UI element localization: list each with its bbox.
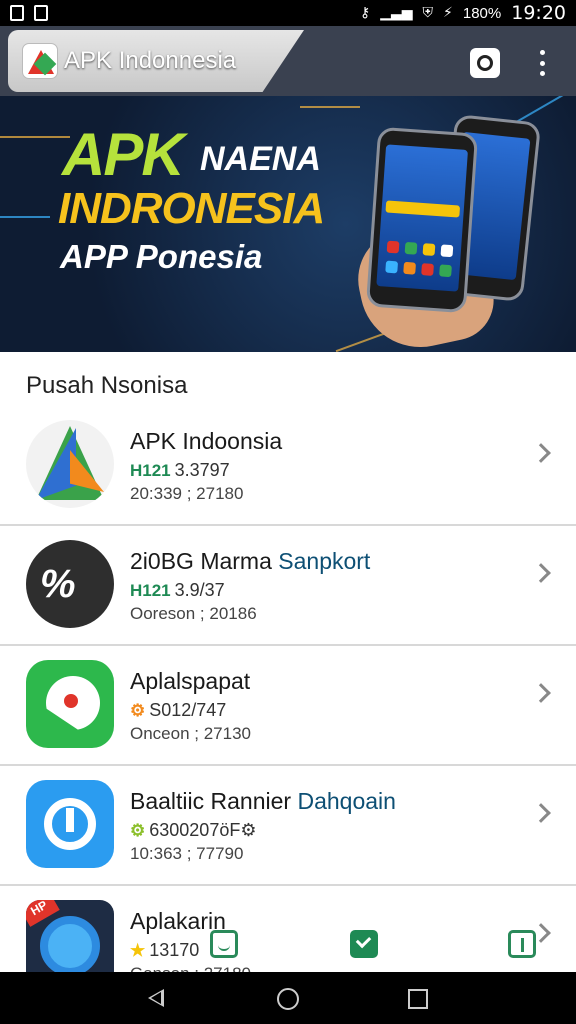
clock: 19:20 [511,2,566,24]
app-meta: Onceon ; 27130 [130,724,251,743]
battery-level: 180% [462,4,502,22]
banner-heading-indonesia: INDRONESIA [58,184,325,233]
list-item[interactable]: % 2i0BG Marma Sanpkort H121 3.9/37 Ooreso… [0,528,576,646]
status-bar: ⚷ ▁▃▅ ⛨ ⚡ 180% 19:20 [0,0,576,26]
banner-subheading: APP Ponesia [60,238,263,275]
list-item[interactable]: Baaltiic Rannier Dahqoain ⚙ 6300207öF⚙ 10… [0,768,576,886]
chevron-right-icon [531,443,551,463]
chevron-right-icon [531,563,551,583]
promo-banner[interactable]: APK NAENA INDRONESIA APP Ponesia [0,96,576,352]
app-meta: 20:339 ; 27180 [130,484,244,503]
brand-chip[interactable]: APK Indonnesia [8,30,304,92]
music-app-icon [26,780,114,868]
network-icon: ⚡ [443,5,453,21]
search-icon[interactable] [470,48,500,78]
status-left-icons [10,5,48,21]
bottom-tab-bar [0,920,576,972]
apk-indonesia-app-icon [26,420,114,508]
system-nav-bar [0,972,576,1024]
banner-heading-naena: NAENA [200,140,321,178]
chevron-right-icon [531,683,551,703]
recent-apps-icon[interactable] [408,989,428,1009]
shield-icon: ⛨ [422,5,434,21]
app-name: Aplalspapat [130,668,251,694]
app-list-section: Pusah Nsonisa APK Indoonsia H121 3.3797 2… [0,352,576,972]
app-stats: ⚙ 6300207öF⚙ [130,820,257,840]
gallery-notification-icon [34,5,48,21]
signal-icon: ▁▃▅ [380,5,413,21]
app-name: Baaltiic Rannier Dahqoain [130,788,396,814]
apk-logo-icon [22,43,58,79]
list-item[interactable]: Aplalspapat ⚙ S012/747 Onceon ; 27130 [0,648,576,766]
banner-heading-apk: APK [62,121,185,188]
more-options-icon[interactable] [536,50,548,76]
list-item[interactable]: APK Indoonsia H121 3.3797 20:339 ; 27180 [0,408,576,526]
back-icon[interactable] [148,989,164,1007]
sim-icon [10,5,24,21]
maps-app-icon [26,660,114,748]
key-icon: ⚷ [359,5,371,21]
phone-illustration-front [365,126,479,314]
app-name: 2i0BG Marma Sanpkort [130,548,371,574]
chevron-right-icon [531,803,551,823]
download-tab-icon[interactable] [350,930,378,958]
app-name: APK Indoonsia [130,428,283,454]
info-tab-icon[interactable] [508,930,536,958]
app-meta: Ooreson ; 20186 [130,604,257,623]
app-stats: H121 3.3797 [130,460,230,480]
app-title: APK Indonnesia [64,47,237,74]
home-tab-icon[interactable] [210,930,238,958]
app-stats: ⚙ S012/747 [130,700,227,720]
section-title: Pusah Nsonisa [26,372,188,399]
percent-app-icon: % [26,540,114,628]
app-stats: H121 3.9/37 [130,580,225,600]
app-meta: 10:363 ; 77790 [130,844,244,863]
app-bar: APK Indonnesia [0,26,576,96]
home-icon[interactable] [277,988,299,1010]
status-right-icons: ⚷ ▁▃▅ ⛨ ⚡ 180% 19:20 [360,2,566,24]
